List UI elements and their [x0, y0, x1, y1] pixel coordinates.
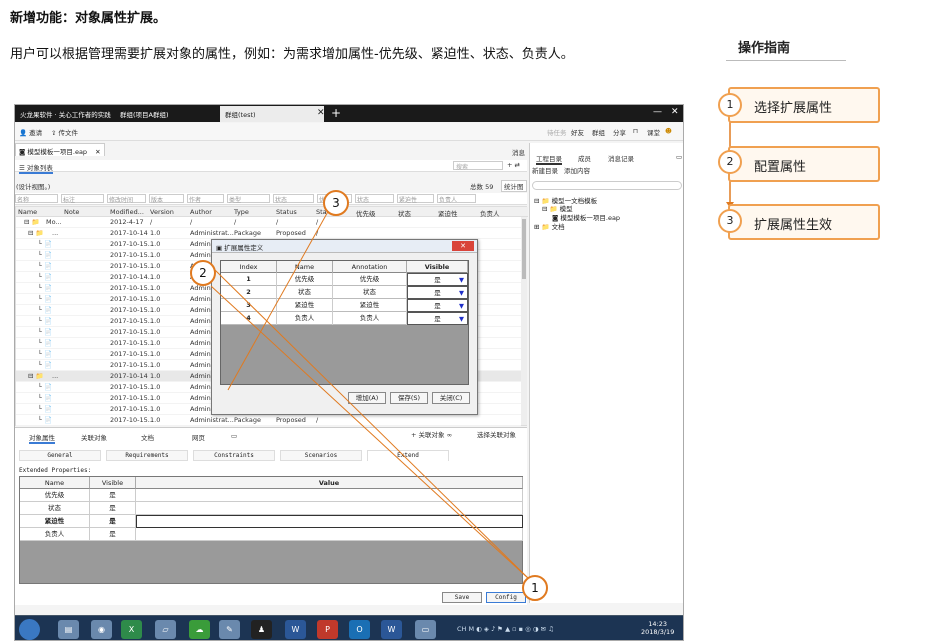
callout-marker: 3: [323, 190, 349, 216]
callout-marker: 2: [190, 260, 216, 286]
callout-marker: 1: [522, 575, 548, 601]
callout-lines: [210, 207, 531, 581]
